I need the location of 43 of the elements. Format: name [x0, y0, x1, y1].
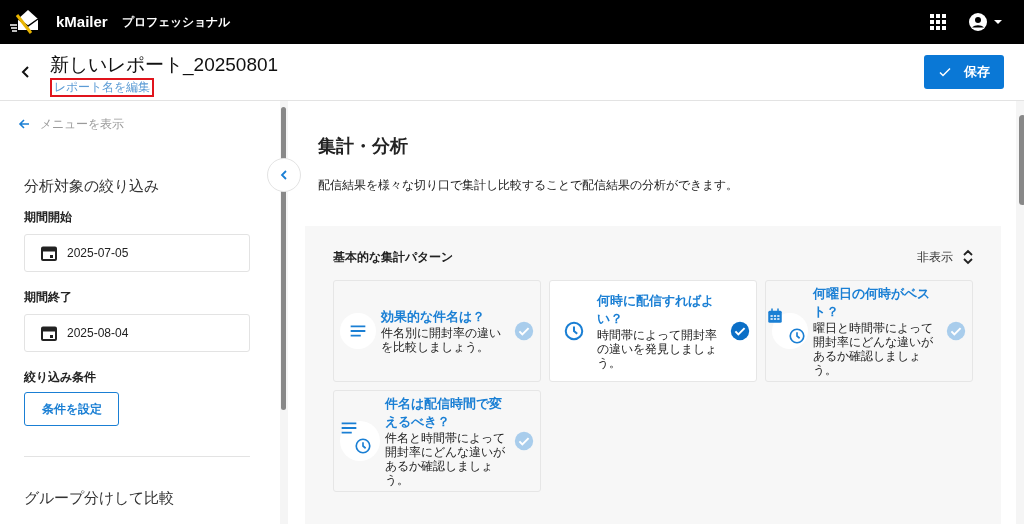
- section-heading: グループ分けして比較: [24, 487, 175, 508]
- field-label: 絞り込み条件: [24, 368, 97, 386]
- calendar-icon: [766, 307, 784, 325]
- left-arrow-icon: [18, 118, 30, 130]
- card-title: 件名は配信時間で変えるべき？: [385, 395, 503, 431]
- section-heading: 分析対象の絞り込み: [24, 176, 160, 196]
- card-description: 件名と時間帯によって開封率にどんな違いがあるか確認しましょう。: [385, 431, 506, 487]
- account-menu-icon[interactable]: [968, 12, 1004, 32]
- field-label: 期間終了: [24, 288, 73, 306]
- clock-icon: [563, 320, 585, 342]
- clock-icon: [788, 327, 806, 345]
- sidebar-scrollbar[interactable]: [280, 101, 288, 524]
- envelope-logo-icon: [8, 9, 40, 35]
- brand-name: kMailer: [56, 11, 108, 32]
- card-title: 何曜日の何時がベスト？: [813, 286, 931, 321]
- pattern-card[interactable]: 何曜日の何時がベスト？ 曜日と時間帯によって開封率にどんな違いがあるか確認しましょう。: [765, 280, 973, 382]
- card-title: 何時に配信すればよい？: [597, 293, 715, 328]
- card-description: 曜日と時間帯によって開封率にどんな違いがあるか確認しましょう。: [813, 321, 934, 377]
- page-heading: 集計・分析: [318, 135, 409, 158]
- pattern-card[interactable]: 効果的な件名は？ 件名別に開封率の違いを比較しましょう。: [333, 280, 541, 382]
- pattern-card[interactable]: 件名は配信時間で変えるべき？ 件名と時間帯によって開封率にどんな違いがあるか確認しましょう。: [333, 390, 541, 492]
- calendar-icon: [41, 244, 57, 261]
- set-conditions-button[interactable]: 条件を設定: [24, 391, 119, 426]
- card-title: 効果的な件名は？: [381, 309, 486, 326]
- card-description: 件名別に開封率の違いを比較しましょう。: [381, 326, 502, 354]
- panel-title: 基本的な集計パターン: [333, 249, 453, 266]
- report-title: 新しいレポート_20250801: [50, 53, 279, 78]
- date-field[interactable]: 2025-08-04: [24, 313, 250, 352]
- apps-grid-icon[interactable]: [930, 14, 946, 30]
- back-chevron-icon[interactable]: [20, 66, 32, 78]
- expand-collapse-icon: [963, 249, 973, 265]
- card-description: 時間帯によって開封率の違いを発見しましょう。: [597, 328, 718, 370]
- clock-icon: [354, 437, 372, 455]
- field-label: 期間開始: [24, 208, 73, 226]
- pattern-card[interactable]: 何時に配信すればよい？ 時間帯によって開封率の違いを発見しましょう。: [549, 280, 757, 382]
- hide-toggle-button[interactable]: 非表示: [917, 248, 973, 266]
- edition-label: プロフェッショナル: [121, 14, 230, 31]
- date-field[interactable]: 2025-07-05: [24, 233, 250, 272]
- check-icon: [938, 65, 952, 79]
- calendar-icon: [41, 324, 57, 341]
- left-chevron-icon: [279, 170, 289, 180]
- save-button[interactable]: 保存: [924, 55, 1004, 89]
- page-description: 配信結果を様々な切り口で集計し比較することで配信結果の分析ができます。: [318, 177, 739, 194]
